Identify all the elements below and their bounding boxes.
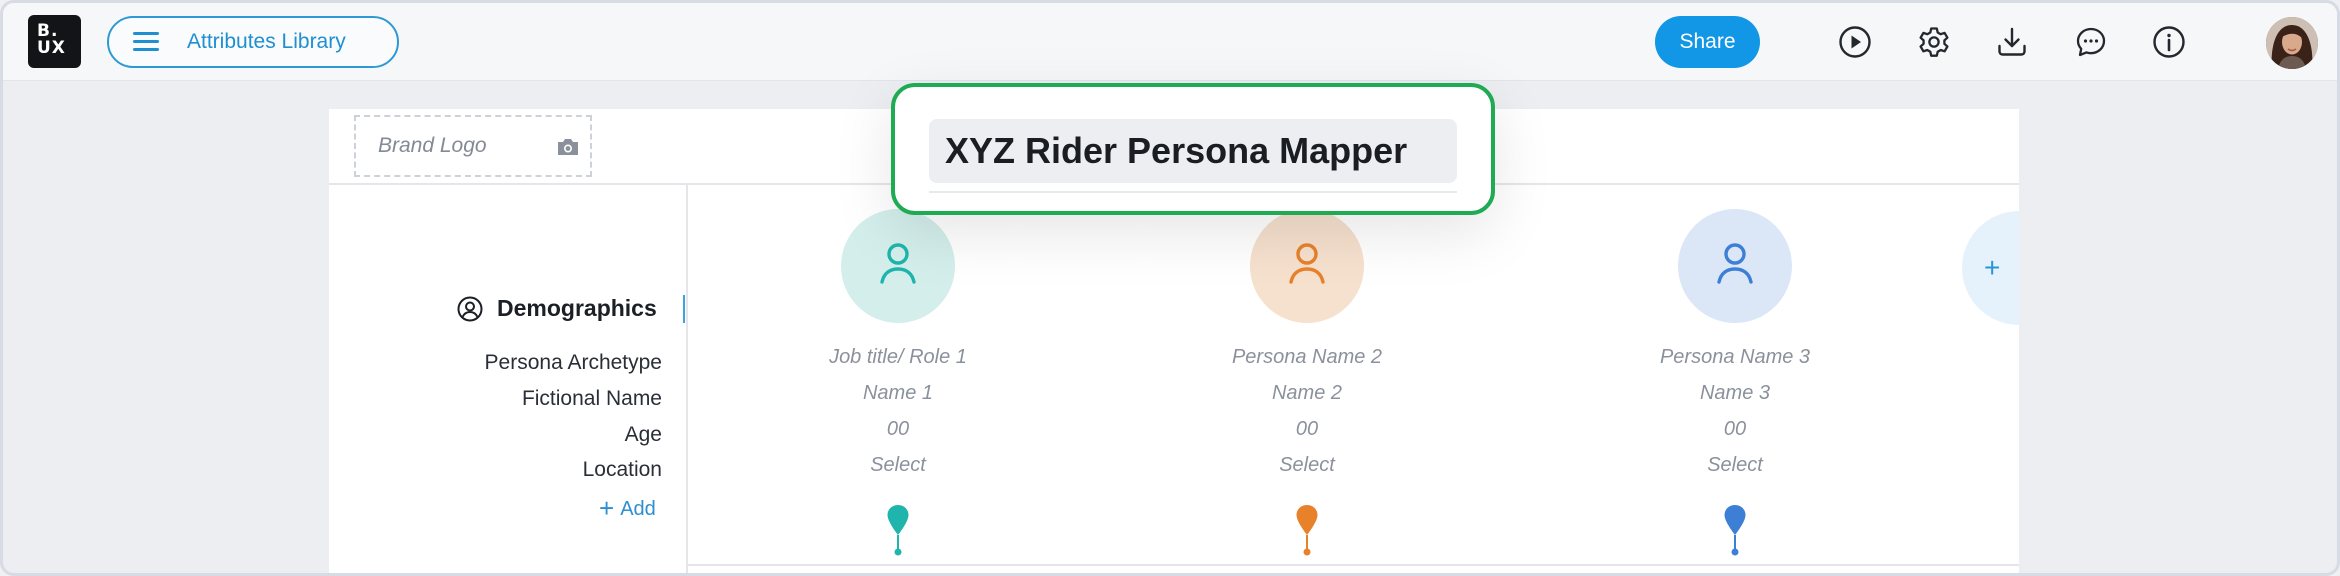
persona-age-field[interactable]: 00 <box>1157 411 1457 447</box>
brand-logo-upload[interactable]: Brand Logo <box>354 115 592 177</box>
attributes-library-label: Attributes Library <box>187 30 346 53</box>
persona-avatar-1[interactable] <box>841 209 955 323</box>
attribute-label-archetype: Persona Archetype <box>484 351 662 374</box>
attribute-label-location: Location <box>582 458 662 481</box>
add-attribute-link[interactable]: + Add <box>599 491 656 523</box>
demographics-section-title: Demographics <box>457 295 685 323</box>
persona-age-field[interactable]: 00 <box>1585 411 1885 447</box>
share-button[interactable]: Share <box>1655 16 1760 68</box>
persona-avatar-2[interactable] <box>1250 209 1364 323</box>
location-pin-icon <box>1295 503 1319 562</box>
title-editor-popover <box>891 83 1495 215</box>
download-icon[interactable] <box>1995 25 2029 59</box>
user-circle-icon <box>457 296 483 322</box>
camera-icon <box>556 137 580 162</box>
plus-icon: + <box>599 493 615 523</box>
persona-location-select[interactable]: Select <box>1585 447 1885 483</box>
comment-icon[interactable] <box>2074 25 2108 59</box>
location-pin-icon <box>886 503 910 562</box>
persona-name-field[interactable]: Name 2 <box>1157 375 1457 411</box>
add-persona-button[interactable]: + <box>1962 211 2019 325</box>
persona-location-select[interactable]: Select <box>1157 447 1457 483</box>
hamburger-menu-icon <box>133 32 159 52</box>
top-toolbar: B. UX Attributes Library Share <box>3 3 2337 81</box>
persona-age-field[interactable]: 00 <box>748 411 1048 447</box>
persona-name-field[interactable]: Name 1 <box>748 375 1048 411</box>
persona-column-3: Persona Name 3 Name 3 00 Select <box>1585 209 1885 562</box>
persona-avatar-3[interactable] <box>1678 209 1792 323</box>
persona-role-field[interactable]: Persona Name 2 <box>1157 339 1457 375</box>
user-avatar[interactable] <box>2266 17 2318 69</box>
add-attribute-label: Add <box>620 498 656 520</box>
attributes-library-button[interactable]: Attributes Library <box>107 16 399 68</box>
location-pin-icon <box>1723 503 1747 562</box>
persona-column-2: Persona Name 2 Name 2 00 Select <box>1157 209 1457 562</box>
persona-role-field[interactable]: Persona Name 3 <box>1585 339 1885 375</box>
demographics-label: Demographics <box>497 295 657 321</box>
persona-role-field[interactable]: Job title/ Role 1 <box>748 339 1048 375</box>
play-icon[interactable] <box>1838 25 1872 59</box>
section-indicator <box>683 295 685 323</box>
column-divider <box>686 185 688 573</box>
title-input[interactable] <box>929 119 1457 183</box>
persona-name-field[interactable]: Name 3 <box>1585 375 1885 411</box>
logo-text-line2: UX <box>37 38 66 58</box>
attribute-label-age: Age <box>624 423 662 446</box>
app-logo[interactable]: B. UX <box>28 15 81 68</box>
persona-location-select[interactable]: Select <box>748 447 1048 483</box>
title-underline <box>929 191 1457 193</box>
attribute-label-fictional-name: Fictional Name <box>521 387 662 410</box>
app-window: B. UX Attributes Library Share Brand Log… <box>0 0 2340 576</box>
persona-column-1: Job title/ Role 1 Name 1 00 Select <box>748 209 1048 562</box>
info-icon[interactable] <box>2152 25 2186 59</box>
row-divider <box>688 564 2019 566</box>
brand-logo-label: Brand Logo <box>378 134 487 157</box>
settings-icon[interactable] <box>1917 25 1951 59</box>
